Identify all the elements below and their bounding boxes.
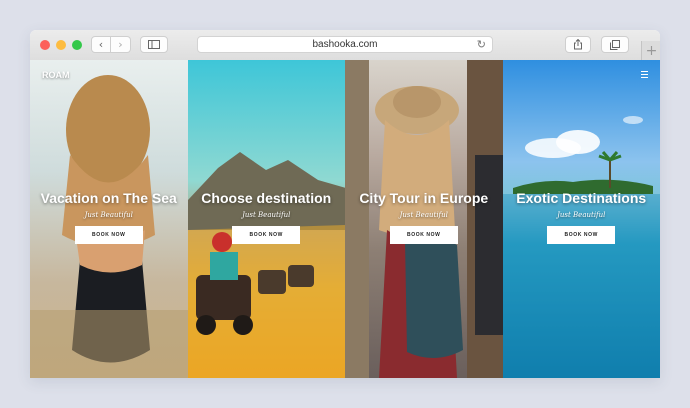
url-text: bashooka.com [312,39,378,50]
book-now-button[interactable]: BOOK NOW [232,226,301,244]
panel-subtitle: Just Beautiful [242,211,291,219]
hero-panel-sea[interactable]: ROAM Vacation on The Sea Just Beautiful … [30,60,188,378]
zoom-window-button[interactable] [72,40,82,50]
chevron-left-icon: ‹ [98,38,104,51]
forward-button[interactable]: › [111,36,131,53]
site-logo[interactable]: ROAM [42,70,70,80]
back-button[interactable]: ‹ [91,36,111,53]
chevron-right-icon: › [118,38,123,51]
panel-subtitle: Just Beautiful [557,211,606,219]
panel-title: Choose destination [201,190,332,206]
share-icon [574,39,582,50]
panel-subtitle: Just Beautiful [399,211,448,219]
hero-panel-desert[interactable]: Choose destination Just Beautiful BOOK N… [187,60,345,378]
hamburger-menu-icon[interactable] [641,71,648,80]
panel-photo-city [345,60,503,378]
tabs-icon [610,39,620,50]
panel-title: City Tour in Europe [359,190,489,206]
website-content: ROAM Vacation on The Sea Just Beautiful … [30,60,660,378]
panel-title: Vacation on The Sea [40,190,177,206]
minimize-window-button[interactable] [56,40,66,50]
book-now-button[interactable]: BOOK NOW [389,226,458,244]
address-bar[interactable]: bashooka.com ↻ [197,36,493,53]
reload-icon[interactable]: ↻ [477,38,486,51]
browser-toolbar: ‹ › bashooka.com ↻ + [30,30,660,61]
plus-icon: + [645,42,658,59]
panel-subtitle: Just Beautiful [84,211,133,219]
panel-photo-sea [30,75,188,378]
sidebar-icon [148,40,160,49]
panel-photo-desert [187,152,345,378]
hero-panel-exotic[interactable]: Exotic Destinations Just Beautiful BOOK … [502,60,660,378]
new-tab-button[interactable]: + [641,41,660,60]
panel-photo-island [502,116,660,378]
sidebar-toggle-button[interactable] [140,36,168,53]
hero-panel-city[interactable]: City Tour in Europe Just Beautiful BOOK … [345,60,503,378]
close-window-button[interactable] [40,40,50,50]
book-now-button[interactable]: BOOK NOW [74,226,143,244]
browser-window: ‹ › bashooka.com ↻ + ROAM Vacation on Th… [30,30,660,378]
panel-title: Exotic Destinations [516,190,647,206]
show-tabs-button[interactable] [601,36,629,53]
share-button[interactable] [565,36,591,53]
book-now-button[interactable]: BOOK NOW [547,226,616,244]
